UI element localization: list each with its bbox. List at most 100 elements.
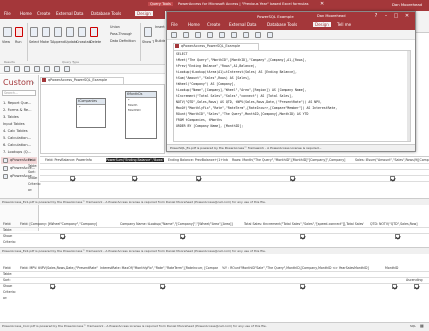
tell-me[interactable]: Tell me bbox=[337, 22, 351, 27]
save-icon[interactable] bbox=[4, 66, 10, 72]
view-icon[interactable] bbox=[3, 27, 12, 37]
grid-field-cell[interactable]: Field: PrevBalance: PowerInfo bbox=[45, 158, 105, 162]
crosstab-icon[interactable] bbox=[78, 27, 86, 37]
select-query-icon[interactable] bbox=[30, 27, 38, 37]
nav-item[interactable]: 6. Calculation... bbox=[3, 143, 31, 147]
field-item[interactable]: MonthID bbox=[126, 108, 156, 113]
grid-field-cell[interactable]: Field: [Company: [tWheel"Company","Compa… bbox=[20, 222, 110, 226]
grid-field-cell[interactable]: Total Sales: tIncrement("Total Sales","S… bbox=[244, 222, 364, 226]
show-checkbox[interactable] bbox=[160, 284, 165, 289]
show-table-button[interactable]: Show Table bbox=[142, 40, 154, 44]
grid-field-cell[interactable]: Ending Balance: PrevBalance+(1+Interest) bbox=[168, 158, 228, 162]
tab-database-tools[interactable]: Database Tools bbox=[267, 22, 297, 27]
crosstab-button[interactable]: Crosstab bbox=[76, 40, 91, 44]
nav-item[interactable]: 5. Calculation... bbox=[3, 136, 31, 140]
delete-icon[interactable] bbox=[90, 27, 98, 37]
maximize-icon[interactable]: □ bbox=[392, 12, 400, 20]
nav-item[interactable]: 7. Lookups (Q... bbox=[3, 150, 31, 154]
select-query-button[interactable]: Select bbox=[29, 40, 39, 44]
nav-item[interactable]: Input Tables bbox=[3, 122, 25, 126]
show-checkbox[interactable] bbox=[390, 176, 395, 181]
show-checkbox[interactable] bbox=[395, 234, 400, 239]
show-table-icon[interactable] bbox=[144, 27, 152, 37]
tab-file[interactable]: File bbox=[4, 11, 11, 16]
delete-button[interactable]: Delete bbox=[90, 40, 101, 44]
show-checkbox[interactable] bbox=[70, 176, 75, 181]
grid-field-cell[interactable]: MonthID bbox=[385, 266, 405, 270]
show-checkbox[interactable] bbox=[290, 176, 295, 181]
sql-scrollbar[interactable] bbox=[407, 51, 410, 141]
tab-home[interactable]: Home bbox=[20, 11, 32, 16]
view-sql-button[interactable]: SQL bbox=[410, 324, 416, 328]
view-design-icon[interactable]: ▦ bbox=[420, 323, 424, 328]
show-checkbox[interactable] bbox=[50, 284, 55, 289]
show-checkbox[interactable] bbox=[180, 234, 185, 239]
pass-through-button[interactable]: Pass-Through bbox=[110, 32, 132, 36]
make-table-button[interactable]: Make Table bbox=[40, 40, 52, 44]
insert-rows-button[interactable]: Insert Rows bbox=[155, 25, 165, 29]
show-checkbox[interactable] bbox=[300, 284, 305, 289]
print-icon[interactable] bbox=[34, 66, 40, 72]
grid-field-cell[interactable]: QTD: NOTV("QTD",Sales,Row] bbox=[370, 222, 428, 226]
tab-database-tools[interactable]: Database Tools bbox=[91, 11, 121, 16]
nav-search-input[interactable]: Search... bbox=[2, 90, 36, 96]
minimize-icon[interactable]: – bbox=[382, 12, 390, 20]
grid-field-cell[interactable]: Rows: Month("The Query","MonthID",[Month… bbox=[232, 158, 350, 162]
tab-file[interactable]: File bbox=[171, 22, 178, 27]
sql-editor[interactable]: SELECT tMvet("The Query","MonthID",[Mont… bbox=[173, 50, 411, 142]
tab-home[interactable]: Home bbox=[188, 22, 200, 27]
union-button[interactable]: Union bbox=[110, 25, 120, 29]
field-item[interactable]: * bbox=[77, 105, 105, 110]
form-icon[interactable] bbox=[54, 66, 60, 72]
tab-external-data[interactable]: External Data bbox=[56, 11, 83, 16]
undo-icon[interactable] bbox=[183, 32, 189, 38]
nav-item[interactable]: 2. Forms & Re... bbox=[3, 108, 32, 112]
show-checkbox[interactable] bbox=[414, 284, 419, 289]
grid-field-cell[interactable]: Company Name: tLookup("Name","[Company]"… bbox=[120, 222, 240, 226]
tab-design[interactable]: Design bbox=[313, 22, 331, 27]
form-icon[interactable] bbox=[231, 32, 237, 38]
grid-field-cell[interactable]: %Y : ROunt"MonthID"Sale","The Query",Mon… bbox=[222, 266, 382, 270]
main-close-icon[interactable]: ✕ bbox=[320, 1, 324, 7]
query-icon[interactable] bbox=[255, 32, 261, 38]
filter-icon[interactable] bbox=[267, 32, 273, 38]
builder-button[interactable]: Builder bbox=[155, 39, 165, 43]
report-icon[interactable] bbox=[243, 32, 249, 38]
grid-field-cell[interactable]: InterestRate: MaxOf("MonthlyFix","Rate",… bbox=[100, 266, 218, 270]
show-checkbox[interactable] bbox=[300, 234, 305, 239]
print-icon[interactable] bbox=[219, 32, 225, 38]
show-checkbox[interactable] bbox=[392, 284, 397, 289]
nav-item[interactable]: 1. Report Que... bbox=[3, 101, 31, 105]
table-tcompanies[interactable]: tCompanies * bbox=[76, 98, 106, 128]
nav-item[interactable]: 3. Tables bbox=[3, 115, 19, 119]
report-icon[interactable] bbox=[64, 66, 70, 72]
table-icon[interactable] bbox=[44, 66, 50, 72]
grid-field-cell[interactable]: Sales: IEsum("Amount","Sales",Rows(9)[Co… bbox=[355, 158, 429, 162]
show-checkbox[interactable] bbox=[60, 234, 65, 239]
table-tmonthds[interactable]: tMonthDs * Month MonthID bbox=[125, 91, 157, 139]
nav-header[interactable]: Custom bbox=[3, 78, 34, 87]
run-button[interactable]: Run bbox=[15, 40, 22, 44]
append-button[interactable]: Append bbox=[52, 40, 65, 44]
view-button[interactable]: View bbox=[2, 40, 10, 44]
tab-create[interactable]: Create bbox=[37, 11, 50, 16]
make-table-icon[interactable] bbox=[42, 27, 50, 37]
update-icon[interactable] bbox=[66, 27, 74, 37]
redo-icon[interactable] bbox=[195, 32, 201, 38]
append-icon[interactable] bbox=[54, 27, 62, 37]
table-icon[interactable] bbox=[207, 32, 213, 38]
tab-create[interactable]: Create bbox=[207, 22, 220, 27]
save-icon[interactable] bbox=[171, 32, 177, 38]
data-definition-button[interactable]: Data Definition bbox=[110, 39, 136, 43]
close-icon[interactable]: ✕ bbox=[403, 12, 411, 20]
redo-icon[interactable] bbox=[24, 66, 30, 72]
nav-item[interactable]: 4. Calc Tables bbox=[3, 129, 28, 133]
grid-field-cell-selected[interactable]: PowerSum("Ending Balance","Bows") bbox=[106, 158, 164, 162]
show-checkbox[interactable] bbox=[196, 176, 201, 181]
undo-icon[interactable] bbox=[14, 66, 20, 72]
grid-field-cell[interactable]: Field: MPV: tNPV(Sales,Rows,Date,("Prese… bbox=[20, 266, 98, 270]
show-checkbox[interactable] bbox=[132, 176, 137, 181]
run-icon[interactable] bbox=[15, 27, 23, 37]
grid-field-cell[interactable]: Ascending bbox=[406, 278, 428, 282]
tab-design[interactable]: Design bbox=[135, 11, 153, 16]
